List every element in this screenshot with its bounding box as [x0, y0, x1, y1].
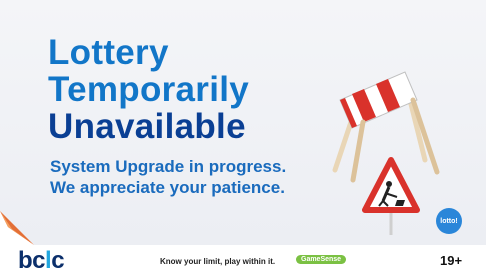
- status-message-line-1: System Upgrade in progress.: [50, 157, 287, 176]
- gamesense-badge: GameSense: [296, 255, 347, 264]
- headline-line-2: Temporarily: [48, 70, 250, 109]
- bclc-logo-part-3: c: [51, 247, 65, 274]
- page-peel-icon: [0, 211, 34, 245]
- headline: Lottery Temporarily Unavailable: [48, 34, 249, 145]
- responsible-gaming-text: Know your limit, play within it.: [160, 257, 276, 266]
- lotto-logo: lotto!: [436, 208, 462, 234]
- status-message-line-2: We appreciate your patience.: [50, 178, 285, 197]
- bclc-logo: bclc: [18, 247, 65, 275]
- age-restriction-label: 19+: [440, 253, 463, 268]
- bclc-logo-part-1: bc: [18, 247, 46, 274]
- status-message: System Upgrade in progress. We appreciat…: [50, 156, 286, 198]
- footer-bar: bclc Know your limit, play within it. Ga…: [0, 245, 486, 279]
- men-at-work-sign-icon: [362, 157, 420, 235]
- maintenance-screen: Lottery Temporarily Unavailable System U…: [0, 0, 486, 245]
- headline-line-1: Lottery: [48, 33, 169, 72]
- headline-line-3: Unavailable: [48, 107, 246, 146]
